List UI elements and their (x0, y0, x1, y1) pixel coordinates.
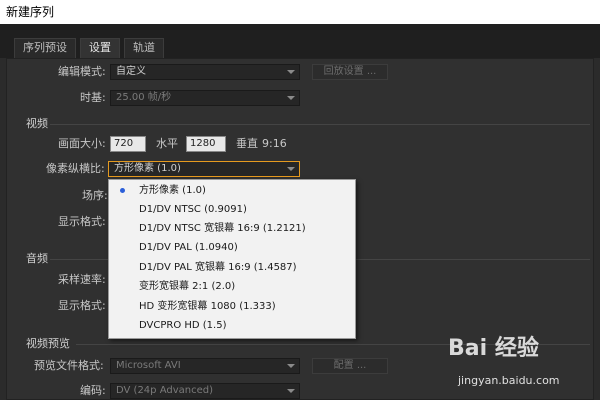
tab-settings[interactable]: 设置 (80, 38, 120, 58)
menu-option-dvcpro-hd[interactable]: DVCPRO HD (1.5) (109, 316, 355, 335)
menu-option-label: D1/DV PAL (1.0940) (139, 242, 238, 253)
tab-bar: 序列预设 设置 轨道 (0, 24, 600, 58)
menu-option-d1-pal-wide[interactable]: D1/DV PAL 宽银幕 16:9 (1.4587) (109, 258, 355, 277)
tab-sequence-presets[interactable]: 序列预设 (14, 38, 76, 58)
timebase-value: 25.00 帧/秒 (116, 92, 172, 103)
pixel-aspect-label: 像素纵横比: (46, 162, 105, 175)
codec-select[interactable]: DV (24p Advanced) (110, 383, 300, 399)
chevron-down-icon (287, 70, 295, 74)
edit-mode-label: 编辑模式: (58, 65, 106, 78)
baidu-jingyan-watermark: Bai 经验 jingyan.baidu.com (448, 330, 596, 396)
pixel-aspect-menu: 方形像素 (1.0) D1/DV NTSC (0.9091) D1/DV NTS… (108, 179, 356, 339)
vertical-label: 垂直 (236, 137, 258, 150)
video-section-title: 视频 (26, 117, 48, 130)
chevron-down-icon (287, 364, 295, 368)
timebase-select[interactable]: 25.00 帧/秒 (110, 90, 300, 106)
menu-option-anamorphic-2x[interactable]: 变形宽银幕 2:1 (2.0) (109, 277, 355, 296)
menu-option-label: D1/DV NTSC 宽银幕 16:9 (1.2121) (139, 223, 306, 234)
menu-option-label: HD 变形宽银幕 1080 (1.333) (139, 301, 276, 312)
preview-format-select[interactable]: Microsoft AVI (110, 358, 300, 374)
preview-format-value: Microsoft AVI (116, 360, 181, 371)
chevron-down-icon (287, 96, 295, 100)
preview-format-label: 预览文件格式: (34, 359, 104, 372)
edit-mode-select[interactable]: 自定义 (110, 64, 300, 80)
video-preview-section-title: 视频预览 (26, 337, 70, 350)
menu-option-square-pixels[interactable]: 方形像素 (1.0) (109, 181, 355, 200)
radio-dot-icon (120, 188, 125, 193)
frame-size-label: 画面大小: (58, 137, 106, 150)
menu-option-d1-pal[interactable]: D1/DV PAL (1.0940) (109, 238, 355, 257)
frame-height-input[interactable]: 1280 (186, 136, 226, 152)
menu-option-label: D1/DV NTSC (0.9091) (139, 204, 247, 215)
watermark-url: jingyan.baidu.com (458, 374, 560, 387)
sample-rate-label: 采样速率: (58, 273, 106, 286)
timebase-label: 时基: (80, 91, 106, 104)
section-divider (50, 124, 590, 125)
menu-option-d1-ntsc-wide[interactable]: D1/DV NTSC 宽银幕 16:9 (1.2121) (109, 219, 355, 238)
configure-button[interactable]: 配置 ... (312, 358, 388, 374)
chevron-down-icon (287, 389, 295, 393)
audio-section-title: 音频 (26, 252, 48, 265)
fields-label: 场序: (82, 189, 108, 202)
pixel-aspect-select[interactable]: 方形像素 (1.0) (108, 161, 300, 177)
edit-mode-value: 自定义 (116, 66, 146, 77)
codec-label: 编码: (80, 384, 106, 397)
menu-option-d1-ntsc[interactable]: D1/DV NTSC (0.9091) (109, 200, 355, 219)
playback-settings-button[interactable]: 回放设置 ... (312, 64, 388, 80)
aspect-ratio-readout: 9:16 (262, 137, 287, 150)
watermark-logo: Bai 经验 (448, 336, 539, 361)
video-display-format-label: 显示格式: (58, 215, 106, 228)
frame-width-input[interactable]: 720 (110, 136, 146, 152)
horizontal-label: 水平 (156, 137, 178, 150)
chevron-down-icon (287, 167, 295, 171)
audio-display-format-label: 显示格式: (58, 299, 106, 312)
menu-option-label: 方形像素 (1.0) (139, 185, 206, 196)
pixel-aspect-value: 方形像素 (1.0) (114, 163, 181, 174)
codec-value: DV (24p Advanced) (116, 385, 213, 396)
menu-option-hd-anamorphic-1080[interactable]: HD 变形宽银幕 1080 (1.333) (109, 297, 355, 316)
window-titlebar: 新建序列 (0, 0, 600, 24)
tab-tracks[interactable]: 轨道 (124, 38, 164, 58)
window-title: 新建序列 (6, 5, 55, 19)
menu-option-label: DVCPRO HD (1.5) (139, 320, 227, 331)
menu-option-label: D1/DV PAL 宽银幕 16:9 (1.4587) (139, 262, 297, 273)
menu-option-label: 变形宽银幕 2:1 (2.0) (139, 281, 236, 292)
